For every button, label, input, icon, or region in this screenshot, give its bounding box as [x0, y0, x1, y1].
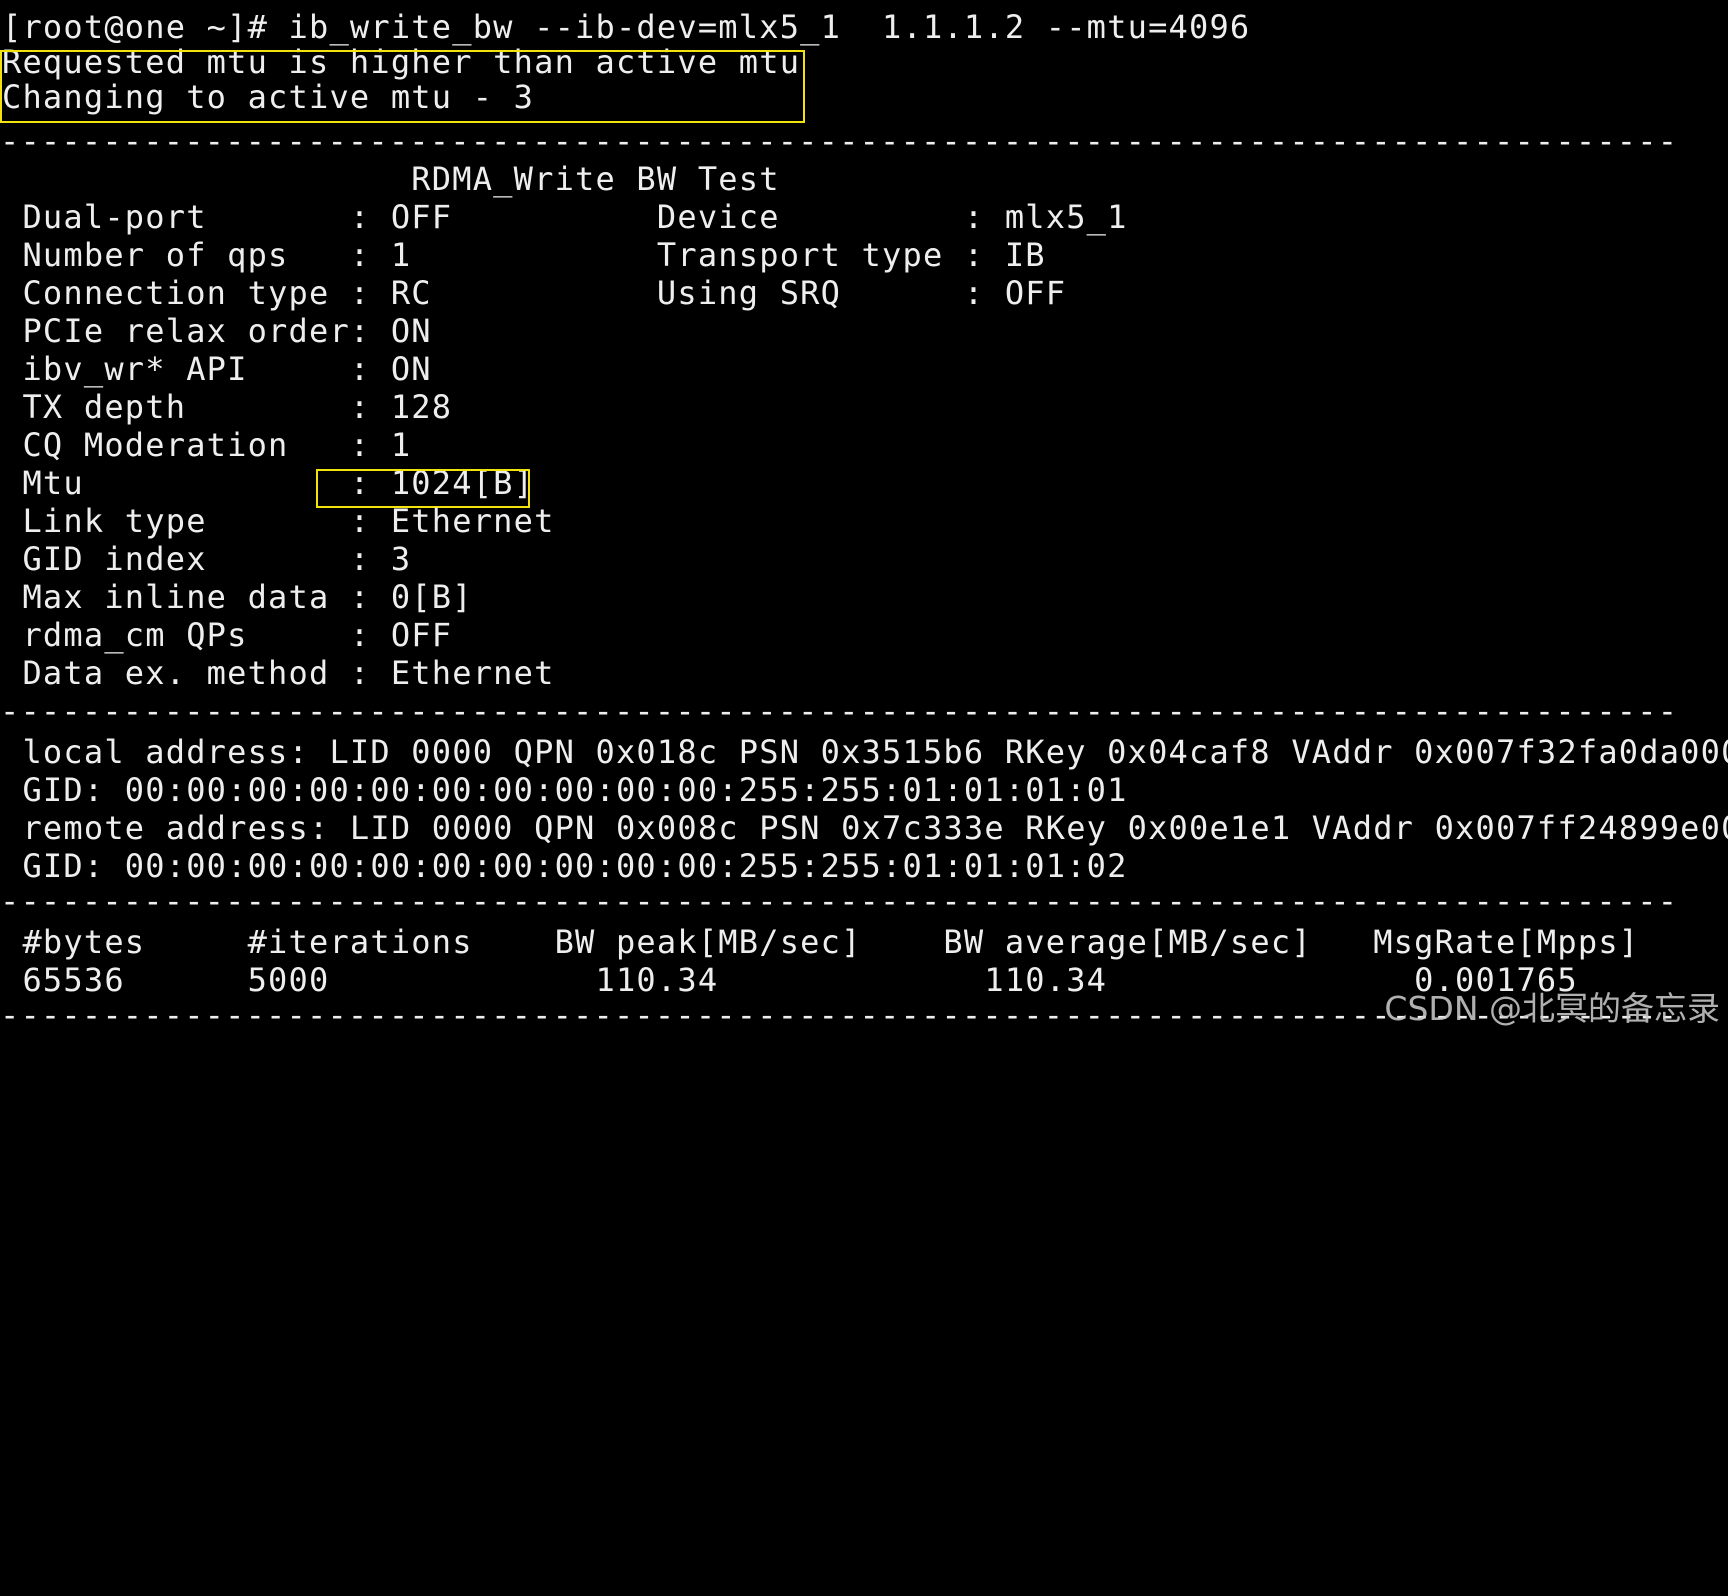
- command-prompt-line: [root@one ~]# ib_write_bw --ib-dev=mlx5_…: [2, 8, 1251, 46]
- remote-gid-line: GID: 00:00:00:00:00:00:00:00:00:00:255:2…: [2, 847, 1128, 885]
- terminal-window[interactable]: [root@one ~]# ib_write_bw --ib-dev=mlx5_…: [0, 0, 1728, 1034]
- config-line-cq-moderation: CQ Moderation : 1: [2, 426, 412, 464]
- config-line-pcie-relax-order: PCIe relax order: ON: [2, 312, 432, 350]
- config-line-max-inline-data: Max inline data : 0[B]: [2, 578, 473, 616]
- config-line-data-ex-method: Data ex. method : Ethernet: [2, 654, 555, 692]
- separator-line: ----------------------------------------…: [0, 692, 1680, 730]
- config-line-link-type: Link type : Ethernet: [2, 502, 555, 540]
- config-line-number-of-qps: Number of qps : 1 Transport type : IB: [2, 236, 1046, 274]
- local-address-line: local address: LID 0000 QPN 0x018c PSN 0…: [2, 733, 1728, 771]
- results-header: #bytes #iterations BW peak[MB/sec] BW av…: [2, 923, 1640, 961]
- warning-highlight-box: [0, 50, 805, 123]
- config-line-gid-index: GID index : 3: [2, 540, 412, 578]
- config-line-dual-port: Dual-port : OFF Device : mlx5_1: [2, 198, 1128, 236]
- results-row: 65536 5000 110.34 110.34 0.001765: [2, 961, 1578, 999]
- config-line-tx-depth: TX depth : 128: [2, 388, 453, 426]
- separator-line: ----------------------------------------…: [0, 882, 1680, 920]
- config-line-connection-type: Connection type : RC Using SRQ : OFF: [2, 274, 1067, 312]
- remote-address-line: remote address: LID 0000 QPN 0x008c PSN …: [2, 809, 1728, 847]
- config-line-rdma-cm-qps: rdma_cm QPs : OFF: [2, 616, 453, 654]
- csdn-watermark: CSDN @北冥的备忘录: [1384, 989, 1720, 1028]
- config-line-ibv-wr-api: ibv_wr* API : ON: [2, 350, 432, 388]
- test-title: RDMA_Write BW Test: [2, 160, 780, 198]
- separator-line: ----------------------------------------…: [0, 122, 1680, 160]
- local-gid-line: GID: 00:00:00:00:00:00:00:00:00:00:255:2…: [2, 771, 1128, 809]
